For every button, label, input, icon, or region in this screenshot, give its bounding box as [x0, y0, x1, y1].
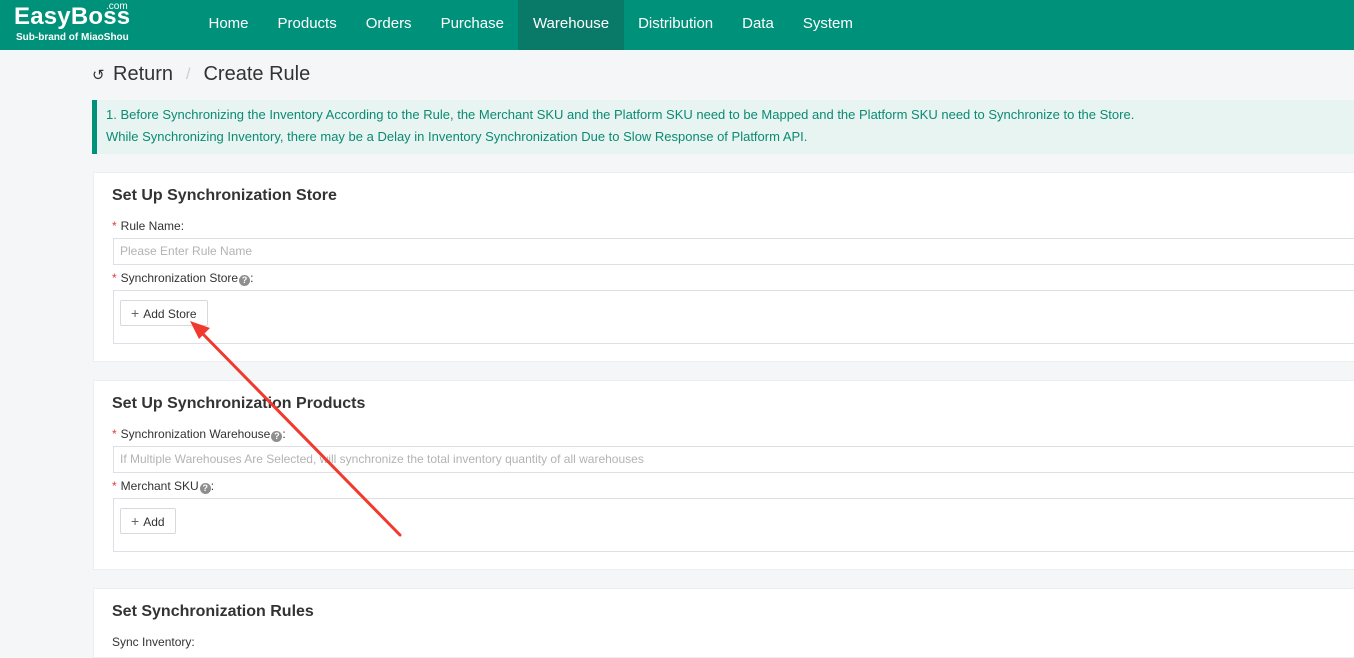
logo-suffix: .com — [106, 1, 128, 12]
nav-data[interactable]: Data — [728, 0, 789, 50]
rule-name-input[interactable]: Please Enter Rule Name — [113, 238, 1354, 265]
nav-home[interactable]: Home — [194, 0, 263, 50]
sync-store-label: * Synchronization Store?: — [112, 271, 254, 286]
help-icon[interactable]: ? — [271, 431, 283, 442]
merchant-sku-label: * Merchant SKU?: — [112, 479, 215, 494]
sync-inventory-label: Sync Inventory: — [112, 635, 195, 649]
help-icon[interactable]: ? — [239, 275, 251, 286]
nav-orders[interactable]: Orders — [351, 0, 426, 50]
sync-warehouse-select[interactable]: If Multiple Warehouses Are Selected, wil… — [113, 446, 1354, 473]
notice-line-1: 1. Before Synchronizing the Inventory Ac… — [106, 107, 1135, 122]
info-notice: 1. Before Synchronizing the Inventory Ac… — [92, 100, 1354, 154]
nav-products[interactable]: Products — [263, 0, 351, 50]
required-mark: * — [112, 219, 117, 233]
products-section-card: Set Up Synchronization Products * Synchro… — [93, 380, 1354, 570]
notice-line-2: While Synchronizing Inventory, there may… — [106, 129, 808, 144]
plus-icon: + — [131, 305, 140, 321]
required-mark: * — [112, 271, 117, 285]
help-icon[interactable]: ? — [199, 483, 211, 494]
store-section-title: Set Up Synchronization Store — [112, 187, 337, 204]
nav-warehouse[interactable]: Warehouse — [518, 0, 624, 50]
add-sku-button[interactable]: + Add — [120, 508, 176, 534]
rules-section-title: Set Synchronization Rules — [112, 603, 314, 620]
required-mark: * — [112, 479, 117, 493]
sync-warehouse-label: * Synchronization Warehouse?: — [112, 427, 286, 442]
nav-purchase[interactable]: Purchase — [426, 0, 518, 50]
main-menu: Home Products Orders Purchase Warehouse … — [194, 0, 867, 50]
top-nav-bar: EasyBoss .com Sub-brand of MiaoShou Home… — [0, 0, 1354, 50]
breadcrumb-separator: / — [186, 65, 191, 83]
products-section-title: Set Up Synchronization Products — [112, 395, 366, 412]
plus-icon: + — [131, 513, 140, 529]
store-section-card: Set Up Synchronization Store * Rule Name:… — [93, 172, 1354, 362]
nav-distribution[interactable]: Distribution — [624, 0, 728, 50]
page-title: Create Rule — [203, 63, 311, 85]
merchant-sku-box: + Add — [113, 498, 1354, 552]
add-store-button[interactable]: + Add Store — [120, 300, 208, 326]
rule-name-label: * Rule Name: — [112, 219, 185, 233]
return-icon: ↺ — [92, 66, 105, 84]
nav-system[interactable]: System — [788, 0, 867, 50]
return-link[interactable]: ↺ Return — [92, 63, 173, 86]
return-label: Return — [113, 63, 174, 85]
logo-tagline: Sub-brand of MiaoShou — [16, 32, 129, 43]
easyboss-logo[interactable]: EasyBoss .com Sub-brand of MiaoShou — [14, 1, 130, 43]
sync-store-box: + Add Store — [113, 290, 1354, 344]
breadcrumb: ↺ Return / Create Rule — [92, 63, 310, 86]
rules-section-card: Set Synchronization Rules Sync Inventory… — [93, 588, 1354, 658]
required-mark: * — [112, 427, 117, 441]
